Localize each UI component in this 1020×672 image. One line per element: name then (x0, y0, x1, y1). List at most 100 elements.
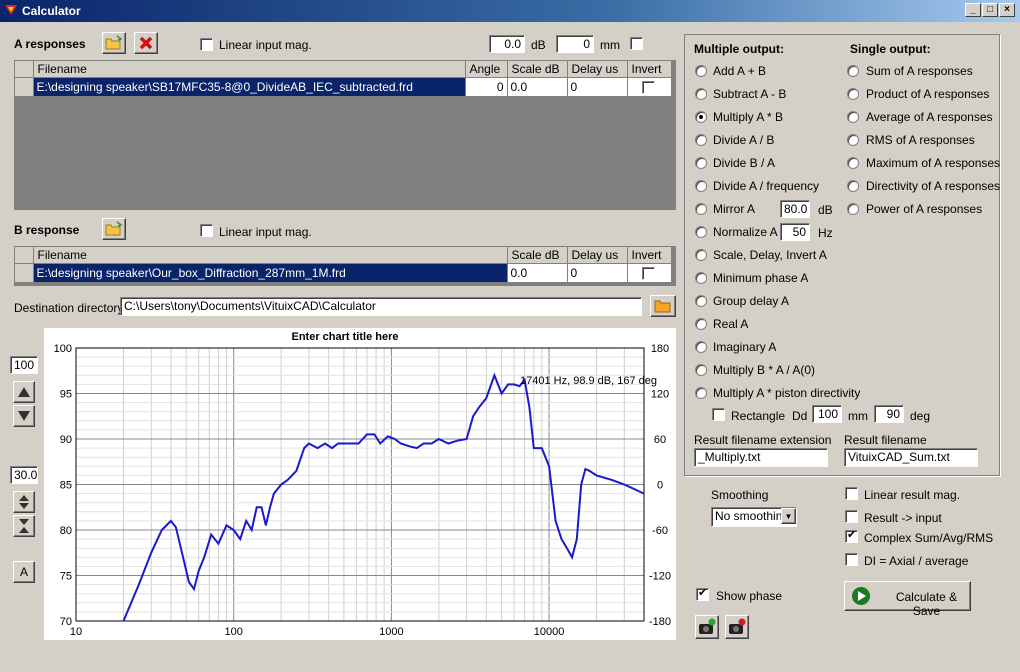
mirror-db-input[interactable]: 80.0 (780, 200, 810, 218)
multi-option-label[interactable]: Group delay A (713, 294, 789, 308)
multi-option-label[interactable]: Mirror A (713, 202, 755, 216)
multi-option-radio[interactable] (695, 341, 707, 353)
chevron-down-icon[interactable]: ▼ (781, 508, 796, 524)
table-row[interactable]: E:\designing speaker\SB17MFC35-8@0_Divid… (15, 77, 672, 97)
single-option-radio[interactable] (847, 203, 859, 215)
multi-option-label[interactable]: Subtract A - B (713, 87, 786, 101)
col-angle[interactable]: Angle (465, 61, 508, 78)
di-checkbox[interactable] (845, 553, 858, 566)
multi-option-radio[interactable] (695, 226, 707, 238)
maximize-button[interactable]: □ (982, 3, 998, 17)
frequency-response-chart[interactable]: Enter chart title here10 100 1000 100001009… (44, 328, 676, 640)
chart-range-input[interactable]: 30.0 (10, 466, 38, 484)
a-row-invert-checkbox[interactable] (641, 81, 655, 94)
table-row[interactable]: E:\designing speaker\Our_box_Diffraction… (15, 263, 672, 283)
result-ext-input[interactable]: _Multiply.txt (694, 448, 828, 467)
snapshot-add-button[interactable] (695, 615, 719, 639)
multi-option-label[interactable]: Imaginary A (713, 340, 776, 354)
col-scale[interactable]: Scale dB (507, 61, 568, 78)
b-row-scale[interactable]: 0.0 (507, 263, 568, 283)
result-input-checkbox[interactable] (845, 510, 858, 523)
multi-option-radio[interactable] (695, 295, 707, 307)
multi-option-label[interactable]: Multiply A * B (713, 110, 783, 124)
rectangle-checkbox[interactable] (712, 408, 725, 421)
multi-option-label[interactable]: Real A (713, 317, 748, 331)
b-row-invert-cell[interactable] (627, 263, 672, 283)
single-option-label[interactable]: RMS of A responses (866, 133, 975, 147)
a-mm-input[interactable]: 0 (556, 35, 594, 53)
snapshot-remove-button[interactable] (725, 615, 749, 639)
multi-option-label[interactable]: Multiply B * A / A(0) (713, 363, 815, 377)
chart-expand-button[interactable] (13, 491, 35, 513)
browse-destination-button[interactable] (650, 295, 676, 317)
multi-option-radio[interactable] (695, 157, 707, 169)
show-phase-checkbox[interactable] (696, 586, 709, 601)
chart-down-button[interactable] (13, 405, 35, 427)
single-option-radio[interactable] (847, 180, 859, 192)
result-name-input[interactable]: VituixCAD_Sum.txt (844, 448, 978, 467)
col-invert[interactable]: Invert (627, 61, 672, 78)
single-option-radio[interactable] (847, 111, 859, 123)
b-row-delay[interactable]: 0 (567, 263, 628, 283)
a-db-input[interactable]: 0.0 (489, 35, 525, 53)
col-invert[interactable]: Invert (627, 247, 672, 264)
multi-option-label[interactable]: Scale, Delay, Invert A (713, 248, 827, 262)
close-button[interactable]: × (999, 3, 1015, 17)
single-option-radio[interactable] (847, 134, 859, 146)
destination-path-input[interactable]: C:\Users\tony\Documents\VituixCAD\Calcul… (120, 297, 642, 316)
a-row-delay[interactable]: 0 (567, 77, 628, 97)
multi-option-radio[interactable] (695, 203, 707, 215)
multi-option-label[interactable]: Divide A / frequency (713, 179, 819, 193)
b-row-invert-checkbox[interactable] (641, 267, 655, 280)
chart-area[interactable]: Enter chart title here 10 100 1000 10000 100 9… (44, 328, 676, 640)
multi-option-radio[interactable] (695, 272, 707, 284)
linear-result-checkbox[interactable] (845, 487, 858, 500)
single-option-label[interactable]: Average of A responses (866, 110, 993, 124)
chart-top-value-input[interactable]: 100 (10, 356, 38, 374)
b-open-button[interactable] (102, 218, 126, 240)
single-option-label[interactable]: Sum of A responses (866, 64, 973, 78)
complex-checkbox[interactable] (845, 528, 858, 543)
multi-option-radio[interactable] (695, 249, 707, 261)
b-response-grid[interactable]: Filename Scale dB Delay us Invert E:\des… (14, 246, 676, 286)
single-option-label[interactable]: Power of A responses (866, 202, 982, 216)
col-filename[interactable]: Filename (33, 61, 466, 78)
b-row-filename[interactable]: E:\designing speaker\Our_box_Diffraction… (33, 263, 508, 283)
b-linear-mag-checkbox[interactable] (200, 224, 213, 237)
single-option-label[interactable]: Maximum of A responses (866, 156, 1000, 170)
dd-input[interactable]: 100 (812, 405, 842, 423)
deg-input[interactable]: 90 (874, 405, 904, 423)
chart-up-button[interactable] (13, 381, 35, 403)
multi-option-label[interactable]: Multiply A * piston directivity (713, 386, 860, 400)
multi-option-radio[interactable] (695, 111, 707, 123)
single-option-radio[interactable] (847, 88, 859, 100)
multi-option-radio[interactable] (695, 387, 707, 399)
chart-auto-button[interactable]: A (13, 561, 35, 583)
smoothing-select[interactable]: No smoothing ▼ (711, 507, 797, 527)
multi-option-radio[interactable] (695, 88, 707, 100)
multi-option-radio[interactable] (695, 65, 707, 77)
a-row-angle[interactable]: 0 (465, 77, 508, 97)
chart-compress-button[interactable] (13, 515, 35, 537)
a-open-button[interactable] (102, 32, 126, 54)
a-extra-checkbox[interactable] (630, 37, 643, 50)
multi-option-label[interactable]: Divide B / A (713, 156, 775, 170)
multi-option-radio[interactable] (695, 134, 707, 146)
single-option-radio[interactable] (847, 65, 859, 77)
single-option-label[interactable]: Product of A responses (866, 87, 989, 101)
a-linear-mag-checkbox[interactable] (200, 38, 213, 51)
calculate-save-button[interactable]: Calculate & Save (844, 581, 971, 618)
a-row-invert-cell[interactable] (627, 77, 672, 97)
col-delay[interactable]: Delay us (567, 247, 628, 264)
a-row-filename[interactable]: E:\designing speaker\SB17MFC35-8@0_Divid… (33, 77, 466, 97)
multi-option-radio[interactable] (695, 318, 707, 330)
a-remove-button[interactable] (134, 32, 158, 54)
a-responses-grid[interactable]: Filename Angle Scale dB Delay us Invert … (14, 60, 676, 210)
multi-option-label[interactable]: Normalize A (713, 225, 778, 239)
a-row-scale[interactable]: 0.0 (507, 77, 568, 97)
single-option-radio[interactable] (847, 157, 859, 169)
col-scale[interactable]: Scale dB (507, 247, 568, 264)
multi-option-label[interactable]: Add A + B (713, 64, 766, 78)
normalize-hz-input[interactable]: 50 (780, 223, 810, 241)
multi-option-radio[interactable] (695, 180, 707, 192)
